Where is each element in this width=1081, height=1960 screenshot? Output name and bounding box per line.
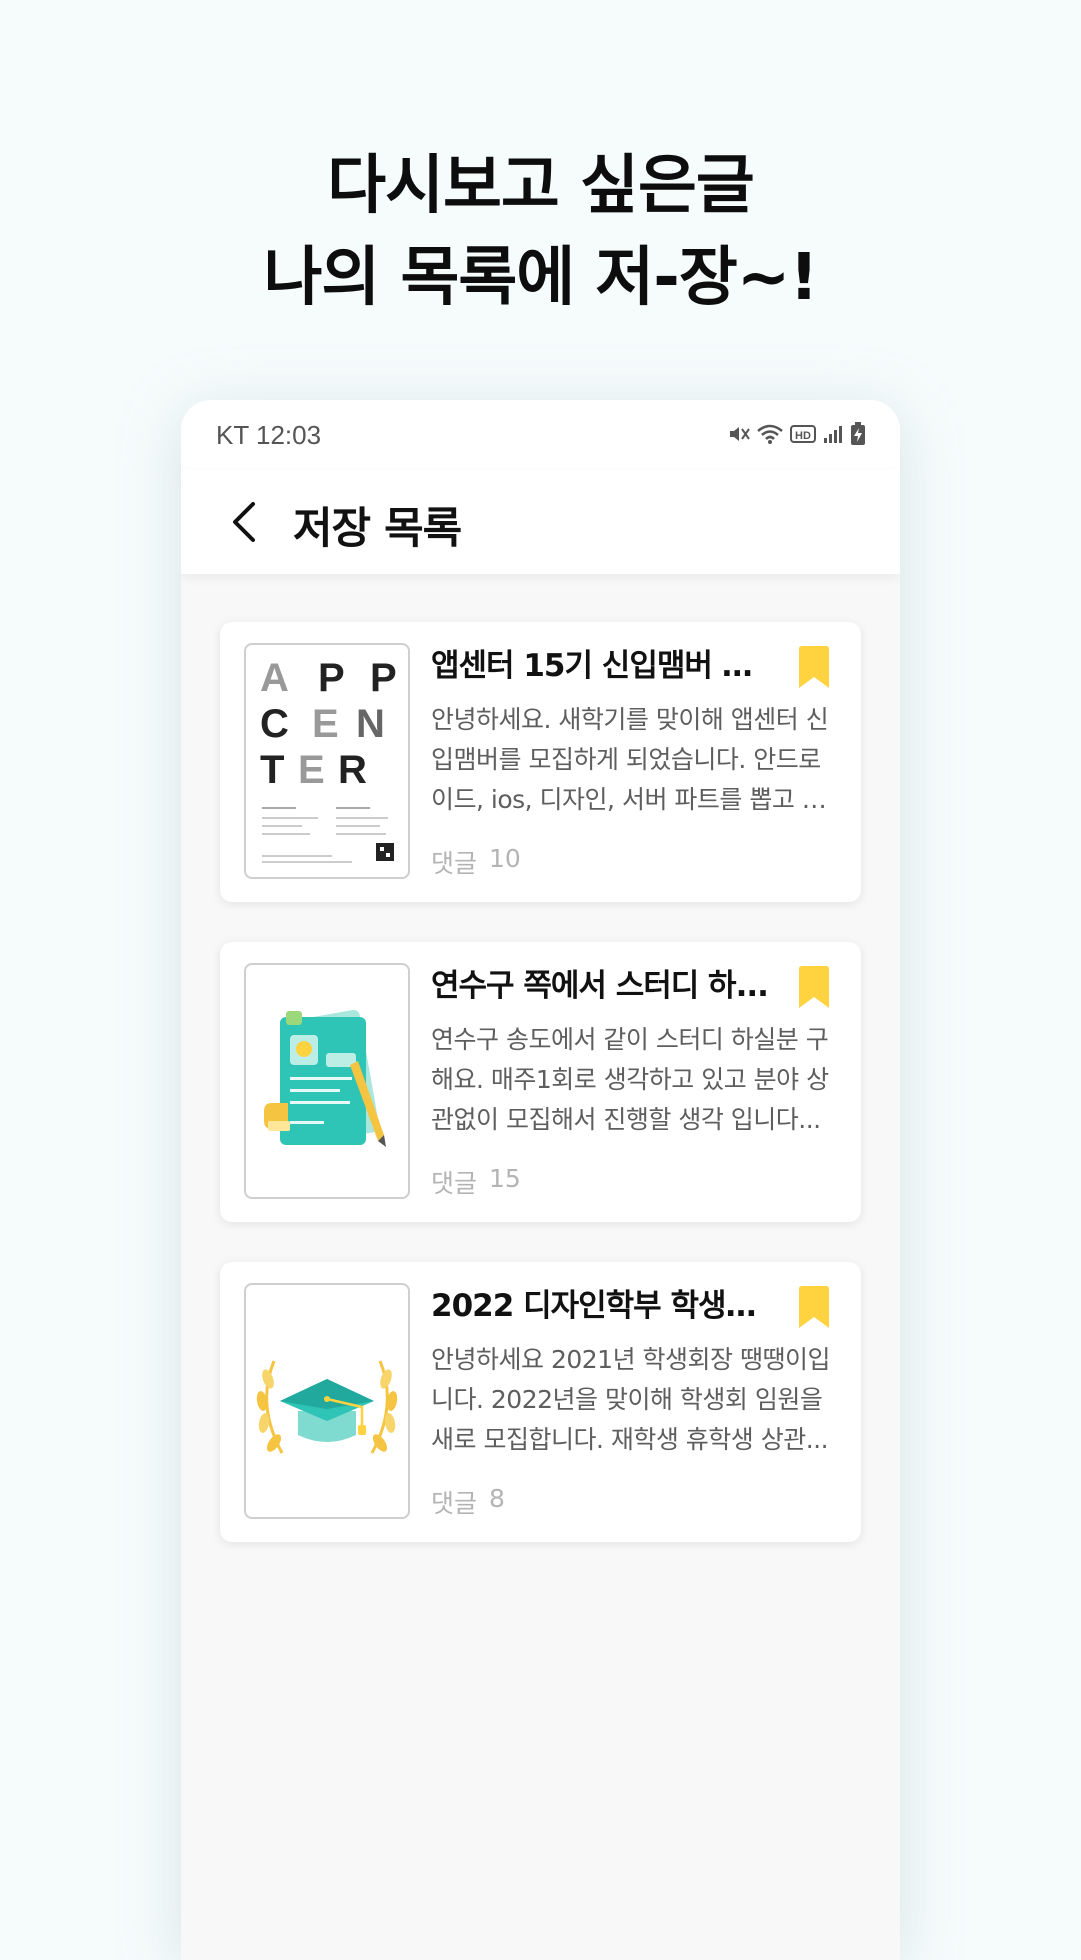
post-preview: 안녕하세요. 새학기를 맞이해 앱센터 신 입맴버를 모집하게 되었습니다. 안… [431,700,836,820]
post-title: 연수구 쪽에서 스터디 하... [431,968,769,1004]
wifi-icon [756,423,784,445]
poster-letter: N [356,702,385,746]
comment-number: 10 [489,844,521,873]
post-title: 앱센터 15기 신입맴버 모... [431,648,771,684]
poster-letter: A [260,656,289,700]
comment-number: 8 [489,1484,505,1513]
post-title: 2022 디자인학부 학생회... [431,1288,771,1324]
poster-letter: E [312,702,339,746]
headline-line-1: 다시보고 싶은글 [327,149,754,223]
page-title: 저장 목록 [293,504,462,554]
saved-post-card[interactable]: 2022 디자인학부 학생회... 안녕하세요 2021년 학생회장 땡땡이입 … [220,1262,861,1542]
post-thumbnail-study-document-illustration [244,963,410,1199]
post-thumbnail-app-center-poster: A P P C E N T E R [244,643,410,879]
status-time: KT 12:03 [216,420,322,450]
bookmark-icon[interactable] [799,966,829,1012]
comment-count: 댓글 10 [431,844,521,880]
poster-letter: R [338,748,367,792]
comment-count: 댓글 8 [431,1484,505,1520]
post-preview-line: 해요. 매주1회로 생각하고 있고 분야 상 [431,1065,829,1094]
post-preview-line: 이드, ios, 디자인, 서버 파트를 뽑고 있... [431,785,836,814]
poster-letter: T [260,748,284,792]
poster-letter: E [298,748,325,792]
saved-post-card[interactable]: 연수구 쪽에서 스터디 하... 연수구 송도에서 같이 스터디 하실분 구 해… [220,942,861,1222]
post-preview-line: 안녕하세요. 새학기를 맞이해 앱센터 신 [431,705,829,734]
status-bar: KT 12:03 HD [181,400,900,470]
signal-icon [822,423,844,445]
post-preview-line: 관없이 모집해서 진행할 생각 입니다... [431,1105,821,1134]
saved-post-list: A P P C E N T E R 앱센터 15기 신입맴버 모... 안녕하세… [181,574,900,1960]
poster-letter: P [318,656,345,700]
comment-number: 15 [489,1164,521,1193]
status-icons: HD [728,422,866,446]
comment-count: 댓글 15 [431,1164,521,1200]
app-header: 저장 목록 [181,470,900,574]
comment-label: 댓글 [431,849,478,878]
saved-post-card[interactable]: A P P C E N T E R 앱센터 15기 신입맴버 모... 안녕하세… [220,622,861,902]
headline-line-2: 나의 목록에 저-장~! [263,241,818,315]
comment-label: 댓글 [431,1489,478,1518]
mute-icon [728,423,750,445]
phone-screen: KT 12:03 HD 저장 목록 A P P C E N T E R 앱센터 … [181,400,900,1960]
promo-headline: 다시보고 싶은글 나의 목록에 저-장~! [0,140,1081,324]
hd-icon: HD [790,424,816,444]
post-preview: 안녕하세요 2021년 학생회장 땡땡이입 니다. 2022년을 맞이해 학생회… [431,1340,836,1460]
bookmark-icon[interactable] [799,646,829,692]
poster-letter: P [370,656,397,700]
post-preview-line: 안녕하세요 2021년 학생회장 땡땡이입 [431,1345,830,1374]
poster-letter: C [260,702,289,746]
post-preview-line: 니다. 2022년을 맞이해 학생회 임원을 [431,1385,823,1414]
post-preview-line: 새로 모집합니다. 재학생 휴학생 상관... [431,1425,829,1454]
post-preview-line: 입맴버를 모집하게 되었습니다. 안드로 [431,745,821,774]
comment-label: 댓글 [431,1169,478,1198]
post-preview-line: 연수구 송도에서 같이 스터디 하실분 구 [431,1025,829,1054]
back-button[interactable] [219,492,269,552]
post-thumbnail-graduation-cap-illustration [244,1283,410,1519]
post-preview: 연수구 송도에서 같이 스터디 하실분 구 해요. 매주1회로 생각하고 있고 … [431,1020,836,1140]
bookmark-icon[interactable] [799,1286,829,1332]
chevron-left-icon [233,502,255,542]
battery-charging-icon [850,422,866,446]
svg-text:HD: HD [795,430,811,442]
